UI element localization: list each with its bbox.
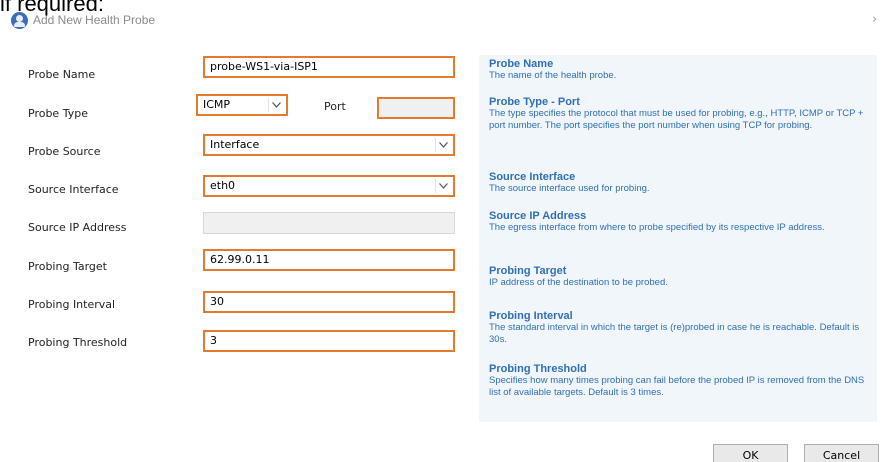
help-item-probing-target: Probing Target IP address of the destina… <box>489 265 874 289</box>
source-interface-select[interactable]: eth0 <box>203 175 455 197</box>
help-title: Probing Interval <box>489 310 573 322</box>
probing-target-label: Probing Target <box>28 260 107 273</box>
chevron-down-icon[interactable] <box>435 179 450 193</box>
source-interface-value: eth0 <box>210 179 236 192</box>
help-description: Specifies how many times probing can fai… <box>489 375 865 398</box>
help-title: Source IP Address <box>489 210 587 222</box>
health-probe-app-icon <box>11 12 28 29</box>
probe-type-select[interactable]: ICMP <box>196 94 288 116</box>
help-description: IP address of the destination to be prob… <box>489 277 668 288</box>
chevron-down-icon[interactable] <box>268 98 283 112</box>
dialog-title: Add New Health Probe <box>33 13 156 27</box>
probing-target-value: 62.99.0.11 <box>210 253 270 266</box>
chevron-right-icon[interactable]: › <box>872 12 877 27</box>
help-description: The standard interval in which the targe… <box>489 322 860 345</box>
probe-name-label: Probe Name <box>28 68 96 81</box>
port-label: Port <box>324 100 346 113</box>
probing-threshold-label: Probing Threshold <box>28 336 128 349</box>
help-title: Probe Name <box>489 58 554 70</box>
probe-name-input[interactable]: probe-WS1-via-ISP1 <box>203 56 455 78</box>
probing-interval-input[interactable]: 30 <box>203 291 455 313</box>
source-ip-label: Source IP Address <box>28 221 127 234</box>
source-interface-label: Source Interface <box>28 183 119 196</box>
probing-threshold-value: 3 <box>210 334 217 347</box>
chevron-down-icon[interactable] <box>435 138 450 152</box>
probing-threshold-input[interactable]: 3 <box>203 330 455 352</box>
dialog-titlebar: Add New Health Probe › <box>0 10 891 32</box>
help-description: The name of the health probe. <box>489 70 617 81</box>
probe-name-value: probe-WS1-via-ISP1 <box>210 60 318 73</box>
probing-interval-value: 30 <box>210 295 224 308</box>
help-title: Source Interface <box>489 171 576 183</box>
help-item-source-ip: Source IP Address The egress interface f… <box>489 210 874 234</box>
help-description: The source interface used for probing. <box>489 183 650 194</box>
help-item-probe-name: Probe Name The name of the health probe. <box>489 58 874 82</box>
probing-interval-label: Probing Interval <box>28 298 116 311</box>
probe-type-label: Probe Type <box>28 107 88 120</box>
port-input <box>377 97 455 119</box>
probe-type-value: ICMP <box>203 98 231 111</box>
help-item-probing-interval: Probing Interval The standard interval i… <box>489 310 874 345</box>
help-description: The type specifies the protocol that mus… <box>489 108 864 131</box>
help-item-probing-threshold: Probing Threshold Specifies how many tim… <box>489 363 874 398</box>
help-title: Probe Type - Port <box>489 96 580 108</box>
help-panel: Probe Name The name of the health probe.… <box>479 55 877 422</box>
cancel-button[interactable]: Cancel <box>804 444 879 462</box>
probe-source-label: Probe Source <box>28 145 101 158</box>
probe-source-select[interactable]: Interface <box>203 134 455 156</box>
source-ip-input <box>203 212 455 234</box>
probing-target-input[interactable]: 62.99.0.11 <box>203 249 455 271</box>
ok-button[interactable]: OK <box>713 444 788 462</box>
probe-source-value: Interface <box>210 138 260 151</box>
help-item-source-interface: Source Interface The source interface us… <box>489 171 874 195</box>
help-title: Probing Target <box>489 265 567 277</box>
help-title: Probing Threshold <box>489 363 587 375</box>
help-item-probe-type-port: Probe Type - Port The type specifies the… <box>489 96 874 131</box>
help-description: The egress interface from where to probe… <box>489 222 825 233</box>
